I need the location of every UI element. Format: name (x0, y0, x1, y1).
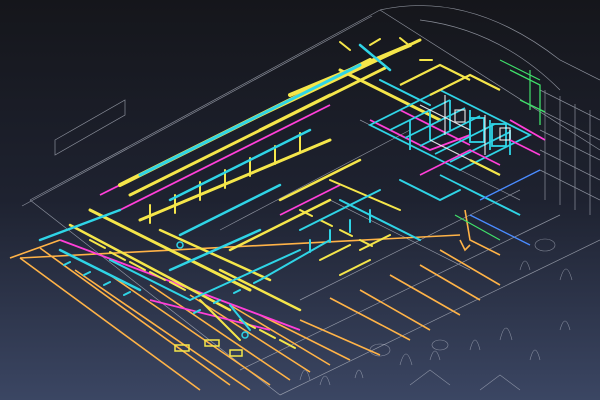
background (0, 0, 600, 400)
isometric-model-svg (0, 0, 600, 400)
bim-mep-isometric-view (0, 0, 600, 400)
